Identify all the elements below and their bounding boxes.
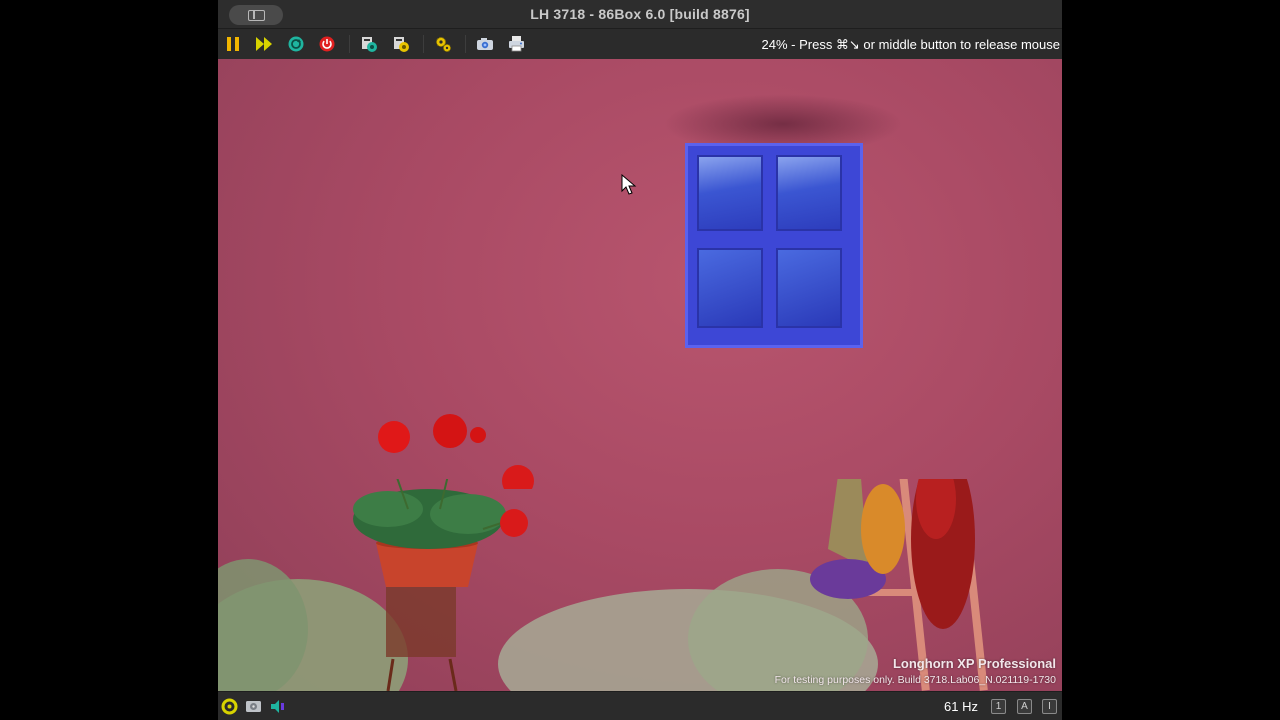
emulator-window: LH 3718 - 86Box 6.0 [build 8876] 24% - P…	[218, 0, 1062, 720]
window-pane	[697, 155, 763, 231]
media-settings-button[interactable]	[359, 34, 379, 54]
gear-icon	[436, 37, 451, 52]
hard-reset-button[interactable]	[286, 34, 306, 54]
fast-forward-icon	[256, 37, 272, 51]
reset-icon	[288, 36, 304, 52]
toolbar-separator	[423, 35, 424, 53]
pause-button[interactable]	[223, 34, 243, 54]
window-pane	[697, 248, 763, 328]
machine-settings-button[interactable]	[391, 34, 411, 54]
os-edition-watermark: Longhorn XP Professional	[892, 656, 1056, 671]
sound-icon[interactable]	[269, 698, 286, 715]
toolbar: 24% - Press ⌘↘ or middle button to relea…	[218, 29, 1062, 59]
blue-window-image	[685, 143, 863, 348]
window-title: LH 3718 - 86Box 6.0 [build 8876]	[530, 6, 750, 22]
copy-screenshot-button[interactable]	[507, 34, 527, 54]
printer-icon	[509, 36, 524, 52]
hard-disk-icon[interactable]	[245, 698, 262, 715]
window-pane	[776, 155, 842, 231]
mouse-release-hint: 24% - Press ⌘↘ or middle button to relea…	[761, 37, 1060, 52]
power-button[interactable]	[317, 34, 337, 54]
toolbar-separator	[349, 35, 350, 53]
power-icon	[319, 36, 335, 52]
cdrom-icon[interactable]	[221, 698, 238, 715]
camera-icon	[477, 38, 493, 50]
window-pane	[776, 248, 842, 328]
refresh-rate: 61 Hz	[944, 699, 978, 714]
machine-settings-icon	[394, 37, 409, 52]
toolbar-separator	[465, 35, 466, 53]
ctrl-alt-del-button[interactable]	[254, 34, 274, 54]
geranium-flowers-image	[378, 414, 534, 489]
caps-lock-indicator: A	[1017, 699, 1032, 714]
status-bar: 61 Hz 1 A I	[218, 691, 1062, 720]
settings-button[interactable]	[433, 34, 453, 54]
pause-icon	[227, 37, 239, 51]
mouse-cursor-icon	[621, 174, 637, 195]
screenshot-button[interactable]	[475, 34, 495, 54]
scroll-lock-indicator: I	[1042, 699, 1057, 714]
guest-display[interactable]: Longhorn XP Professional For testing pur…	[218, 59, 1062, 691]
num-lock-indicator: 1	[991, 699, 1006, 714]
title-bar[interactable]: LH 3718 - 86Box 6.0 [build 8876]	[218, 0, 1062, 29]
build-watermark: For testing purposes only. Build 3718.La…	[774, 674, 1056, 686]
media-settings-icon	[362, 37, 377, 52]
